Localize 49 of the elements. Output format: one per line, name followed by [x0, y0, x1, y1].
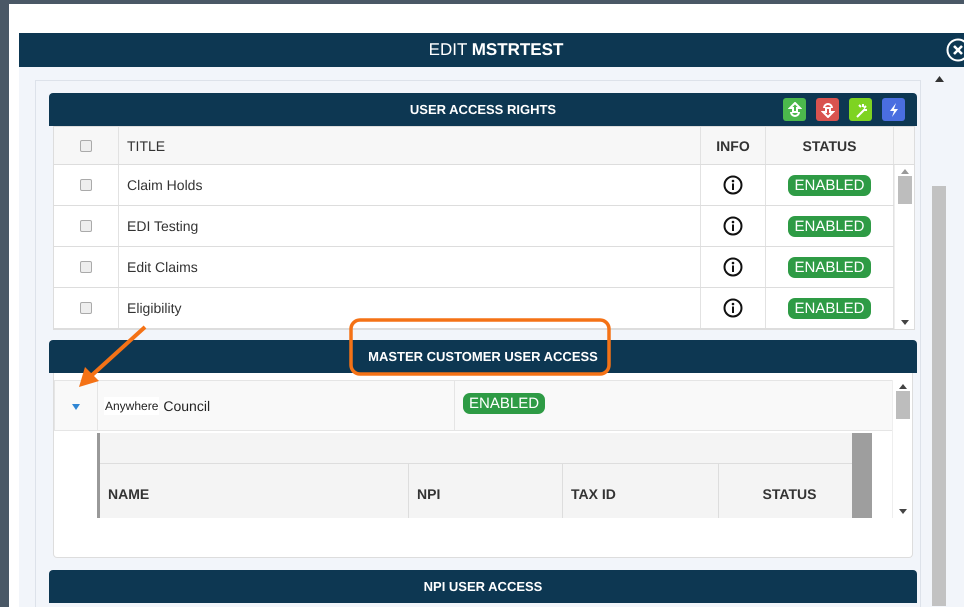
down-arrow-icon: [820, 102, 834, 118]
column-header: TITLE: [127, 138, 166, 154]
customer-prefix: Anywhere: [104, 396, 160, 414]
table-cell: Claim Holds: [127, 177, 202, 193]
customer-name: Council: [163, 398, 210, 414]
section-title: MASTER CUSTOMER USER ACCESS: [368, 349, 598, 364]
status-badge: ENABLED: [788, 256, 871, 278]
info-icon[interactable]: [723, 216, 743, 236]
checkbox[interactable]: [80, 220, 92, 232]
magic-wand-icon: [854, 102, 868, 118]
scroll-up-icon[interactable]: [898, 384, 906, 389]
checkbox[interactable]: [80, 261, 92, 273]
scroll-thumb[interactable]: [898, 176, 912, 204]
status-badge: ENABLED: [788, 216, 871, 236]
status-badge: ENABLED: [788, 174, 871, 196]
expand-toggle[interactable]: [70, 402, 82, 412]
column-header: NAME: [100, 464, 409, 518]
checkbox[interactable]: [80, 179, 92, 191]
annotation-arrow: [77, 324, 149, 390]
info-icon[interactable]: [723, 175, 743, 195]
table-cell: Edit Claims: [127, 259, 198, 275]
column-header: TAX ID: [563, 464, 719, 518]
table-cell: Eligibility: [127, 300, 182, 316]
scroll-down-icon[interactable]: [900, 320, 908, 325]
scroll-up-icon[interactable]: [934, 76, 944, 82]
column-header: INFO: [716, 138, 750, 154]
magic-wand-button[interactable]: [849, 98, 872, 121]
close-button[interactable]: [945, 37, 964, 63]
section-title: USER ACCESS RIGHTS: [410, 102, 556, 117]
scrollbar[interactable]: [852, 433, 872, 518]
column-header: STATUS: [802, 138, 856, 154]
up-arrow-button[interactable]: [783, 98, 806, 121]
status-badge: ENABLED: [463, 393, 546, 414]
table-cell: EDI Testing: [127, 218, 198, 234]
info-icon[interactable]: [723, 257, 743, 277]
column-header: STATUS: [762, 485, 818, 504]
status-badge: ENABLED: [788, 298, 871, 318]
checkbox[interactable]: [80, 140, 92, 152]
checkbox[interactable]: [80, 302, 92, 314]
column-header: NPI: [409, 464, 563, 518]
info-icon[interactable]: [723, 298, 743, 318]
section-title: NPI USER ACCESS: [424, 579, 542, 594]
scrollbar[interactable]: [894, 165, 914, 329]
dialog-title: EDIT MSTRTEST: [428, 40, 564, 60]
lightning-button[interactable]: [882, 98, 905, 121]
scroll-down-icon[interactable]: [898, 509, 906, 514]
up-arrow-icon: [788, 102, 802, 118]
down-arrow-button[interactable]: [816, 98, 839, 121]
scroll-thumb[interactable]: [896, 391, 910, 419]
